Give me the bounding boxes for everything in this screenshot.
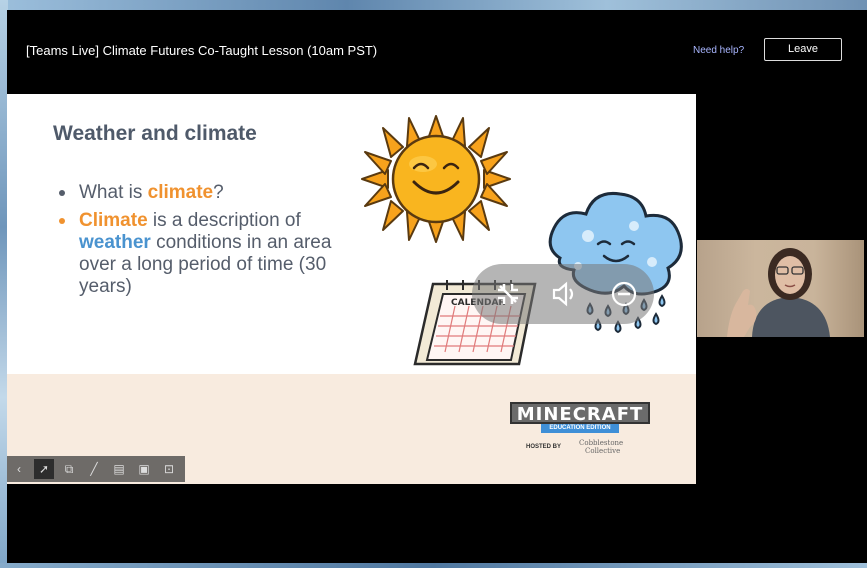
bullet2-text-1: is a description of (147, 210, 301, 231)
bullet-dot (59, 218, 65, 224)
zoom-out-icon[interactable] (610, 280, 638, 308)
bullet1-highlight: climate (147, 182, 214, 203)
bullet-item-1: What is climate? (55, 182, 365, 204)
minecraft-logo: MINECRAFT (510, 402, 650, 425)
bullet1-text-start: What is (79, 182, 148, 203)
bullet-item-2: Climate is a description of weather cond… (55, 210, 365, 298)
leave-button[interactable]: Leave (764, 38, 842, 61)
help-link[interactable]: Need help? (693, 45, 744, 56)
volume-icon[interactable] (550, 280, 578, 308)
bullet-dot (59, 190, 65, 196)
teams-live-window: [Teams Live] Climate Futures Co-Taught L… (7, 10, 867, 563)
media-controls-overlay (472, 264, 654, 324)
partner-name-line2: Collective (585, 447, 621, 455)
presenter-figure (727, 248, 830, 337)
desktop-background-bottom (0, 563, 867, 568)
presenter-video-feed (697, 240, 864, 337)
pointer-icon[interactable]: ➚ (34, 459, 54, 479)
bullet2-highlight-weather: weather (79, 232, 151, 253)
partner-name-line1: Cobblestone (579, 439, 624, 447)
meeting-title: [Teams Live] Climate Futures Co-Taught L… (26, 43, 378, 58)
fullscreen-exit-icon[interactable] (494, 280, 522, 308)
slide-toolbar: ‹ ➚ ⧉ ╱ ▤ ▣ ⊡ (7, 456, 185, 482)
chat-icon[interactable]: ▤ (109, 459, 129, 479)
bullet-list: What is climate? Climate is a descriptio… (55, 182, 365, 304)
desktop-background-top (0, 0, 867, 10)
education-edition-badge: EDUCATION EDITION (541, 424, 619, 433)
slide-heading: Weather and climate (53, 122, 257, 145)
copy-icon[interactable]: ⧉ (59, 459, 79, 479)
present-icon[interactable]: ⊡ (159, 459, 179, 479)
pen-icon[interactable]: ╱ (84, 459, 104, 479)
previous-icon[interactable]: ‹ (9, 459, 29, 479)
presentation-slide: Weather and climate What is climate? Cli… (7, 94, 696, 484)
bullet1-text-end: ? (213, 182, 224, 203)
smiling-sun-illustration (361, 115, 511, 243)
partner-logo: Cobblestone Collective (579, 439, 623, 455)
bullet2-highlight-climate: Climate (79, 210, 148, 231)
subtitle-icon[interactable]: ▣ (134, 459, 154, 479)
hosted-by-label: HOSTED BY (526, 444, 562, 450)
